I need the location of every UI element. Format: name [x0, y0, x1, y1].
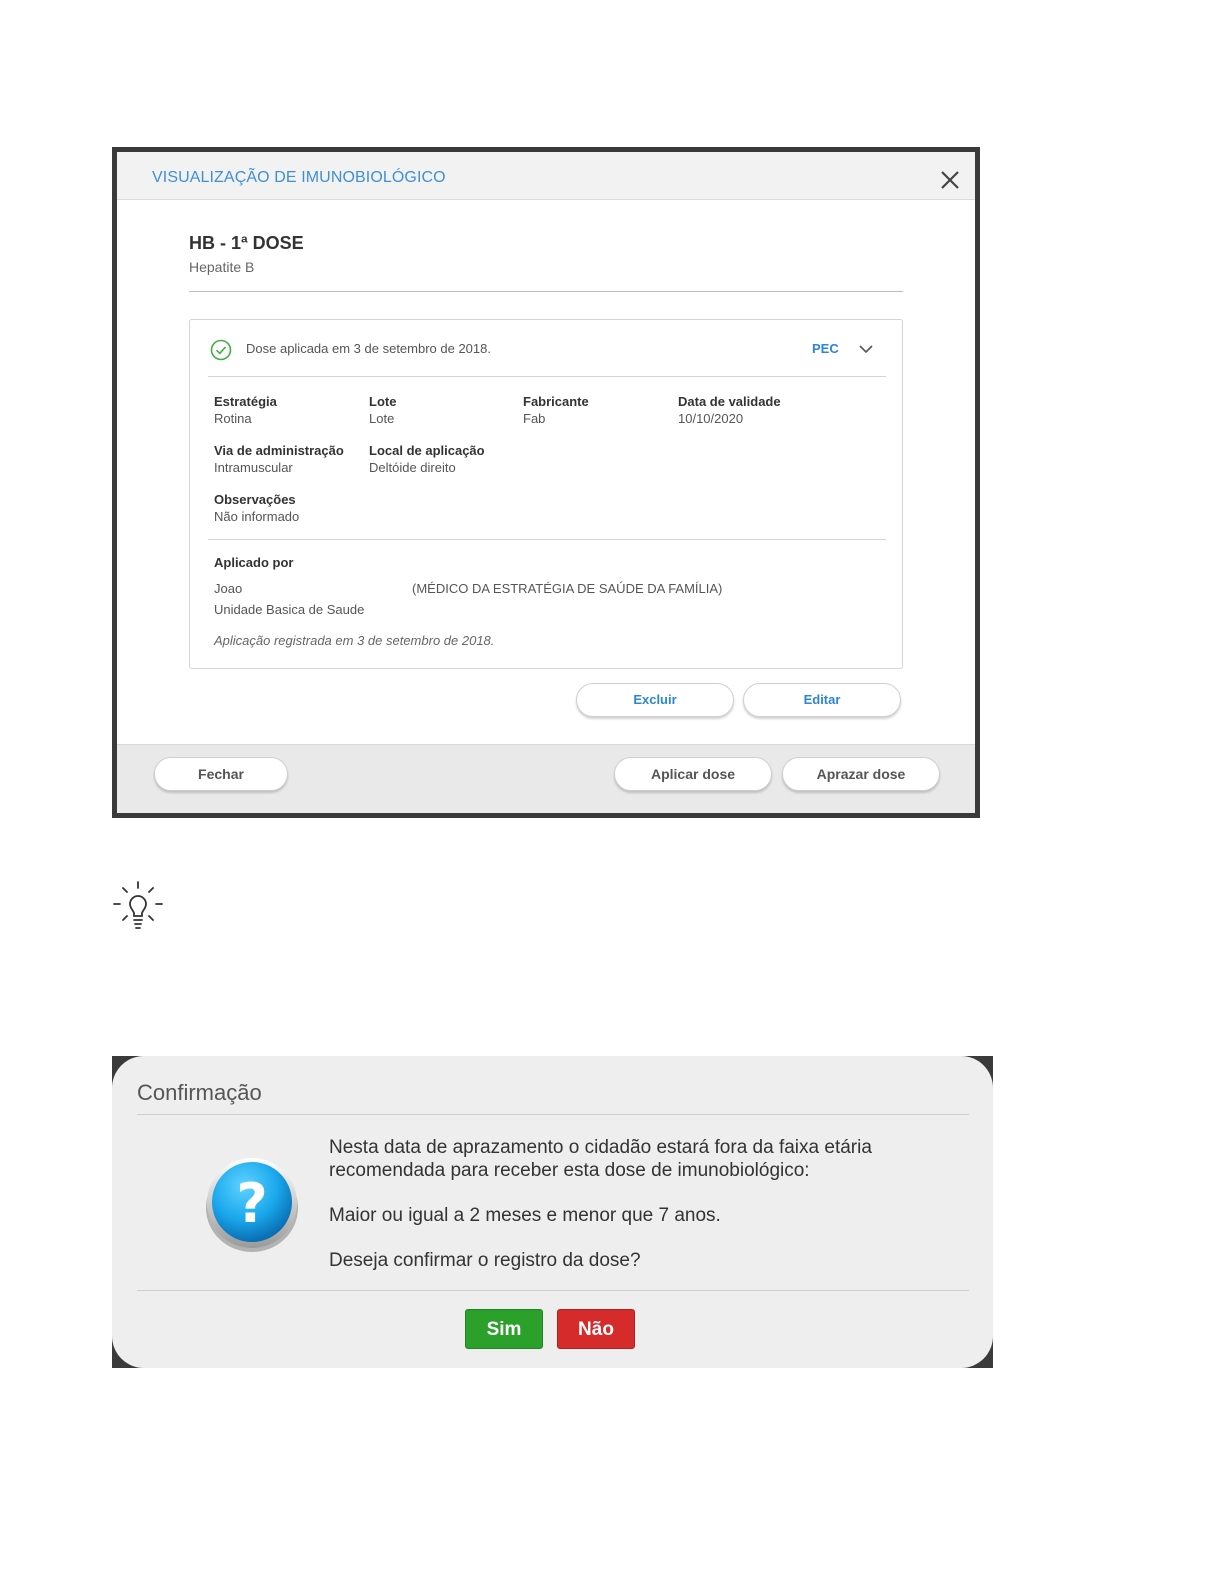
field-manufacturer: Fabricante Fab [523, 393, 589, 427]
field-value: Lote [369, 411, 395, 426]
dose-card: Dose aplicada em 3 de setembro de 2018. … [189, 319, 903, 669]
source-badge: PEC [812, 341, 839, 356]
field-value: Não informado [214, 509, 300, 524]
field-route: Via de administração Intramuscular [214, 442, 344, 476]
confirm-dialog: Confirmação ? Nesta data de aprazamento … [112, 1056, 993, 1368]
health-unit: Unidade Basica de Saude [214, 602, 365, 617]
confirm-message-line2: recomendada para receber esta dose de im… [329, 1160, 810, 1181]
field-value: Deltóide direito [369, 460, 456, 475]
divider [137, 1114, 969, 1115]
field-label: Fabricante [523, 394, 589, 409]
dialog-body: HB - 1ª DOSE Hepatite B Dose aplicada em… [117, 200, 975, 745]
applied-by-label: Aplicado por [214, 555, 294, 570]
no-button[interactable]: Não [557, 1309, 635, 1349]
vaccine-name: Hepatite B [189, 259, 255, 275]
confirm-message-line1: Nesta data de aprazamento o cidadão esta… [329, 1137, 872, 1158]
field-value: Intramuscular [214, 460, 293, 475]
field-label: Lote [369, 394, 397, 409]
field-value: Rotina [214, 411, 252, 426]
divider [189, 291, 903, 292]
field-site: Local de aplicação Deltóide direito [369, 442, 485, 476]
lightbulb-icon [113, 881, 163, 929]
field-strategy: Estratégia Rotina [214, 393, 277, 427]
professional-name: Joao [214, 581, 243, 596]
close-button[interactable]: Fechar [154, 757, 288, 791]
registration-note: Aplicação registrada em 3 de setembro de… [214, 633, 495, 648]
field-value: 10/10/2020 [678, 411, 744, 426]
svg-text:?: ? [236, 1172, 267, 1235]
field-value: Fab [523, 411, 546, 426]
field-label: Data de validade [678, 394, 781, 409]
divider [208, 376, 886, 377]
field-label: Estratégia [214, 394, 277, 409]
close-icon[interactable] [939, 169, 961, 191]
confirm-age-range: Maior ou igual a 2 meses e menor que 7 a… [329, 1205, 721, 1226]
chevron-down-icon[interactable] [858, 343, 874, 355]
professional-role: (MÉDICO DA ESTRATÉGIA DE SAÚDE DA FAMÍLI… [412, 581, 723, 596]
dialog-footer: Fechar Aplicar dose Aprazar dose [117, 744, 975, 813]
schedule-dose-button[interactable]: Aprazar dose [782, 757, 940, 791]
field-notes: Observações Não informado [214, 491, 299, 525]
delete-button[interactable]: Excluir [576, 683, 734, 717]
dose-status: Dose aplicada em 3 de setembro de 2018. [246, 341, 491, 356]
field-lot: Lote Lote [369, 393, 396, 427]
vaccine-title: HB - 1ª DOSE [189, 233, 304, 253]
field-expiry: Data de validade 10/10/2020 [678, 393, 781, 427]
field-label: Via de administração [214, 443, 344, 458]
divider [208, 539, 886, 540]
edit-button[interactable]: Editar [743, 683, 901, 717]
confirm-question: Deseja confirmar o registro da dose? [329, 1250, 641, 1271]
dialog-header: VISUALIZAÇÃO DE IMUNOBIOLÓGICO [117, 152, 975, 200]
dialog-title: VISUALIZAÇÃO DE IMUNOBIOLÓGICO [152, 169, 446, 186]
immunobiological-view-dialog: VISUALIZAÇÃO DE IMUNOBIOLÓGICO HB - 1ª D… [112, 147, 980, 818]
apply-dose-button[interactable]: Aplicar dose [614, 757, 772, 791]
yes-button[interactable]: Sim [465, 1309, 543, 1349]
divider [137, 1290, 969, 1291]
confirm-title: Confirmação [137, 1080, 262, 1105]
field-label: Local de aplicação [369, 443, 485, 458]
field-label: Observações [214, 492, 296, 507]
check-circle-icon [210, 339, 232, 361]
question-icon: ? [206, 1158, 298, 1252]
